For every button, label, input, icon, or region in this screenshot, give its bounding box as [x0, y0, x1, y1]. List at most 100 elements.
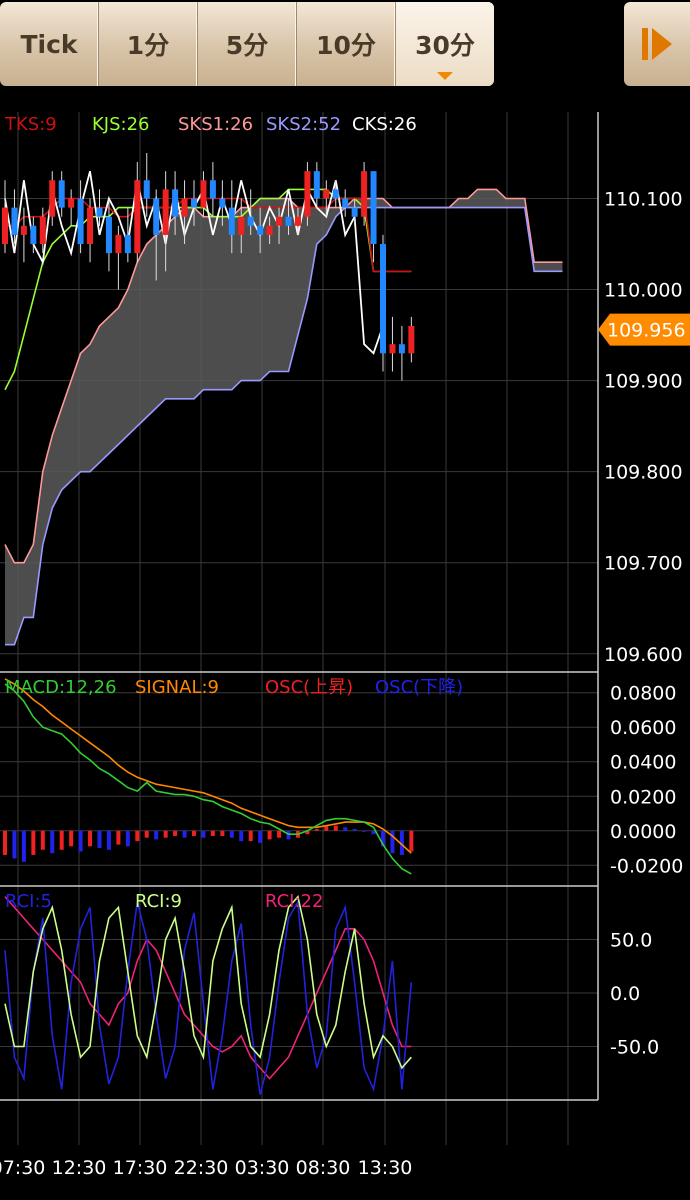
candle-body	[370, 171, 377, 245]
candle-body	[2, 207, 8, 245]
x-tick-label: 22:30	[174, 1157, 229, 1179]
candle-body	[389, 344, 396, 354]
candle-body	[332, 189, 339, 199]
y-tick-label: 109.800	[604, 462, 683, 484]
macd-line	[4, 683, 412, 875]
y-tick-label: 109.600	[604, 644, 683, 666]
y-tick-label: -0.0200	[610, 855, 683, 877]
candle-body	[408, 325, 415, 354]
osc-bar	[352, 829, 357, 831]
y-tick-label: 50.0	[610, 930, 652, 952]
y-tick-label: 109.900	[604, 371, 683, 393]
candle-body	[77, 198, 84, 245]
legend-item: KJS:26	[92, 114, 150, 135]
candle-body	[87, 207, 94, 245]
legend-item: SKS1:26	[178, 114, 253, 135]
osc-bar	[135, 830, 140, 842]
x-tick-label: 03:30	[235, 1157, 290, 1179]
osc-bar	[125, 830, 130, 847]
y-tick-label: 0.0800	[610, 683, 676, 705]
candle-body	[342, 198, 349, 208]
candle-body	[228, 207, 235, 235]
candle-body	[398, 344, 405, 354]
y-tick-label: 110.000	[604, 280, 683, 302]
osc-bar	[106, 830, 111, 850]
osc-bar	[362, 830, 367, 832]
candle-body	[323, 189, 330, 199]
osc-bar	[78, 830, 83, 852]
x-tick-label: 08:30	[296, 1157, 351, 1179]
legend-item: MACD:12,26	[5, 677, 117, 698]
x-tick-label: 07:30	[0, 1157, 45, 1179]
candle-body	[134, 180, 141, 254]
candle-body	[105, 216, 112, 254]
osc-bar	[343, 827, 348, 831]
candle-body	[276, 216, 283, 226]
y-tick-label: 0.0	[610, 983, 640, 1005]
y-tick-label: -50.0	[610, 1037, 659, 1059]
candle-body	[304, 171, 311, 217]
osc-bar	[21, 830, 26, 862]
osc-bar	[3, 830, 7, 855]
x-tick-label: 17:30	[113, 1157, 168, 1179]
candle-body	[58, 180, 65, 208]
candle-body	[162, 189, 169, 235]
signal-line	[4, 678, 412, 854]
current-price-label: 109.956	[607, 320, 686, 342]
x-tick-label: 12:30	[52, 1157, 107, 1179]
legend-item: RCI:5	[5, 891, 52, 912]
osc-bar	[192, 830, 196, 836]
candle-body	[191, 198, 197, 208]
osc-bar	[59, 830, 64, 850]
candle-body	[351, 207, 358, 217]
candle-body	[39, 216, 46, 245]
legend-item: SIGNAL:9	[135, 677, 219, 698]
osc-bar	[409, 830, 414, 852]
candle-body	[285, 216, 292, 226]
candle-body	[143, 180, 150, 199]
osc-bar	[248, 830, 253, 842]
legend-item: RCI:22	[265, 891, 323, 912]
osc-bar	[88, 830, 93, 847]
candle-body	[200, 180, 207, 208]
candle-body	[361, 171, 368, 217]
candle-body	[30, 225, 37, 245]
osc-bar	[31, 830, 36, 855]
candle-body	[181, 198, 188, 217]
candle-body	[115, 234, 122, 254]
legend-item: TKS:9	[4, 114, 57, 135]
osc-bar	[258, 830, 263, 843]
y-tick-label: 109.700	[604, 553, 683, 575]
legend-item: CKS:26	[352, 114, 417, 135]
candle-body	[313, 171, 320, 199]
candle-body	[219, 198, 226, 208]
chart-area[interactable]: TKS:9 KJS:26 SKS1:26 SKS2:52 CKS:26 110.100 11…	[0, 0, 690, 1200]
rci5-line	[4, 899, 413, 1095]
candle-body	[238, 216, 245, 235]
legend-item: RCI:9	[135, 891, 182, 912]
candle-body	[153, 198, 160, 235]
y-tick-label: 0.0200	[610, 786, 676, 808]
osc-bar	[163, 830, 168, 838]
osc-bar	[50, 830, 55, 854]
osc-bar	[173, 830, 178, 836]
osc-bar	[69, 830, 74, 847]
legend-item: SKS2:52	[266, 114, 341, 135]
y-tick-label: 0.0400	[610, 752, 676, 774]
y-tick-label: 0.0000	[610, 821, 676, 843]
osc-bar	[333, 825, 338, 831]
y-tick-label: 0.0600	[610, 717, 676, 739]
candle-body	[209, 180, 216, 199]
osc-bar	[97, 830, 102, 849]
osc-bar	[12, 830, 17, 859]
osc-bar	[40, 830, 45, 850]
osc-bar	[267, 830, 272, 840]
osc-bar	[144, 830, 149, 838]
legend-item: OSC(下降)	[375, 677, 463, 698]
candle-body	[266, 225, 273, 235]
candle-body	[380, 244, 386, 354]
candle-body	[49, 180, 56, 217]
candle-body	[11, 207, 18, 235]
candle-body	[247, 216, 254, 226]
ichimoku-cloud	[5, 189, 563, 645]
